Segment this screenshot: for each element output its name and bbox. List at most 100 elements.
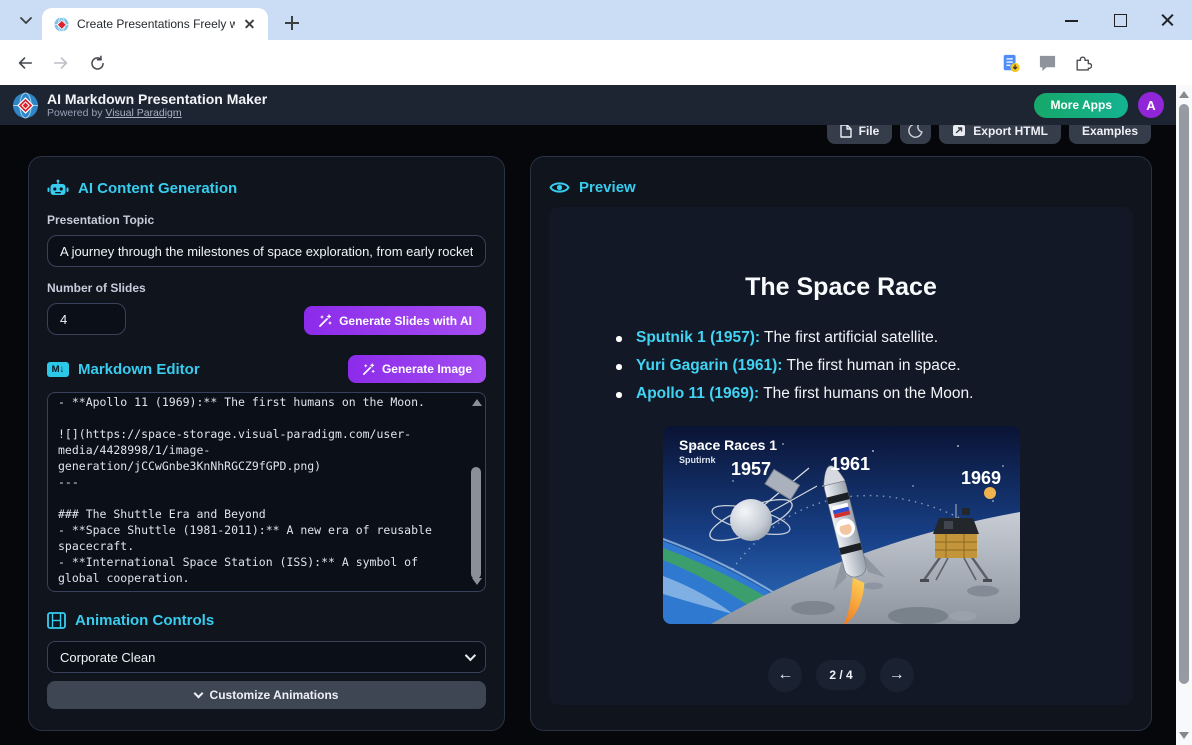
slide-pager: ← 2 / 4 → (549, 658, 1133, 692)
slide-preview: The Space Race Sputnik 1 (1957): The fir… (549, 207, 1133, 705)
browser-navbar: ai-toolbox.visual-paradigm.com/app/markd… (0, 40, 1192, 85)
window-controls (1062, 0, 1178, 40)
customize-animations-label: Customize Animations (210, 688, 339, 702)
markdown-editor-label: Markdown Editor (78, 361, 200, 378)
app-title: AI Markdown Presentation Maker (47, 91, 267, 107)
right-arrow-icon: → (889, 666, 905, 684)
markdown-editor[interactable]: - **Apollo 11 (1969):** The first humans… (47, 392, 486, 592)
topic-input[interactable] (47, 235, 486, 267)
page-indicator: 2 / 4 (816, 660, 865, 690)
site-favicon (54, 17, 69, 32)
slide-bullet: Yuri Gagarin (1961): The first human in … (610, 352, 1072, 380)
powered-by: Powered by Visual Paradigm (47, 107, 267, 120)
left-arrow-icon: ← (777, 666, 793, 684)
animation-preset-select[interactable]: Corporate Clean (47, 641, 486, 673)
tab-search-button[interactable] (10, 8, 42, 34)
generate-slides-label: Generate Slides with AI (339, 314, 472, 328)
bullet-text: The first artificial satellite. (760, 329, 938, 346)
slide-bullet: Sputnik 1 (1957): The first artificial s… (610, 324, 1072, 352)
preview-heading-label: Preview (579, 179, 636, 196)
powered-by-prefix: Powered by (47, 107, 105, 119)
forward-button[interactable] (46, 48, 76, 78)
reload-button[interactable] (82, 48, 112, 78)
close-button[interactable] (1158, 10, 1178, 30)
animation-controls-label: Animation Controls (75, 612, 214, 629)
slide-image: 1957 1961 1969 Space Races 1 Sputirnk (663, 426, 1020, 624)
feedback-button[interactable] (1032, 48, 1062, 78)
app-header: AI Markdown Presentation Maker Powered b… (0, 85, 1176, 125)
extensions-button[interactable] (1068, 48, 1098, 78)
tab-close-icon[interactable] (241, 16, 258, 33)
new-tab-button[interactable] (280, 11, 304, 35)
image-subtitle: Sputirnk (679, 455, 716, 465)
slide-title: The Space Race (549, 273, 1133, 302)
next-slide-button[interactable]: → (880, 658, 914, 692)
image-title: Space Races 1 (679, 437, 777, 453)
generate-image-button[interactable]: Generate Image (348, 355, 486, 383)
chevron-down-icon (193, 689, 203, 699)
bullet-lead: Apollo 11 (1969): (636, 385, 759, 402)
bullet-text: The first human in space. (782, 357, 960, 374)
preview-panel: Preview The Space Race Sputnik 1 (1957):… (530, 156, 1152, 731)
browser-titlebar: Create Presentations Freely with (0, 0, 1192, 40)
app-logo (12, 92, 39, 119)
editor-scrollbar[interactable] (469, 395, 483, 589)
preview-heading: Preview (549, 179, 1133, 196)
year-1961: 1961 (829, 454, 869, 474)
scroll-up-icon[interactable] (472, 399, 482, 406)
back-icon (16, 54, 34, 72)
forward-icon (52, 54, 70, 72)
scroll-down-icon[interactable] (1179, 732, 1189, 739)
ai-content-heading-label: AI Content Generation (78, 180, 237, 197)
page-scrollbar-thumb[interactable] (1179, 104, 1189, 684)
user-avatar[interactable]: A (1138, 92, 1164, 118)
file-icon (840, 124, 852, 138)
eye-icon (549, 180, 570, 195)
customize-animations-button[interactable]: Customize Animations (47, 681, 486, 709)
tab-title: Create Presentations Freely with (77, 17, 235, 31)
magic-wand-icon (318, 314, 332, 328)
moon-icon (908, 123, 923, 138)
bullet-lead: Sputnik 1 (1957): (636, 329, 760, 346)
ai-content-heading: AI Content Generation (47, 179, 486, 197)
markdown-icon: M↓ (47, 362, 69, 377)
app-title-block: AI Markdown Presentation Maker Powered b… (47, 91, 267, 120)
scroll-down-icon[interactable] (472, 578, 482, 585)
back-button[interactable] (10, 48, 40, 78)
page-scrollbar[interactable] (1176, 85, 1192, 745)
topic-label: Presentation Topic (47, 213, 486, 227)
doc-download-icon (1001, 53, 1021, 73)
bullet-lead: Yuri Gagarin (1961): (636, 357, 782, 374)
slide-bullet-list: Sputnik 1 (1957): The first artificial s… (610, 324, 1072, 408)
scroll-up-icon[interactable] (1179, 91, 1189, 98)
content-generation-panel: AI Content Generation Presentation Topic… (28, 156, 505, 731)
chat-bubble-icon (1038, 54, 1057, 72)
bullet-text: The first humans on the Moon. (759, 385, 973, 402)
editor-scrollbar-thumb[interactable] (471, 467, 481, 579)
examples-label: Examples (1082, 124, 1138, 138)
slide-bullet: Apollo 11 (1969): The first humans on th… (610, 380, 1072, 408)
puzzle-icon (1074, 54, 1093, 73)
previous-slide-button[interactable]: ← (768, 658, 802, 692)
animation-controls-heading: Animation Controls (47, 612, 486, 629)
year-1969: 1969 (960, 468, 1000, 488)
export-icon (952, 124, 966, 137)
reload-icon (89, 55, 106, 72)
slides-label: Number of Slides (47, 281, 486, 295)
film-icon (47, 612, 66, 629)
chevron-down-icon (20, 17, 32, 25)
generate-slides-button[interactable]: Generate Slides with AI (304, 306, 486, 335)
generate-image-label: Generate Image (382, 362, 472, 376)
markdown-editor-text[interactable]: - **Apollo 11 (1969):** The first humans… (58, 394, 463, 589)
maximize-button[interactable] (1110, 10, 1130, 30)
export-html-label: Export HTML (973, 124, 1048, 138)
markdown-editor-heading: M↓ Markdown Editor (47, 361, 200, 378)
visual-paradigm-link[interactable]: Visual Paradigm (105, 107, 181, 119)
year-1957: 1957 (730, 459, 770, 479)
browser-tab[interactable]: Create Presentations Freely with (42, 8, 268, 40)
slides-count-input[interactable] (47, 303, 126, 335)
file-button-label: File (859, 124, 880, 138)
reading-mode-button[interactable] (996, 48, 1026, 78)
more-apps-button[interactable]: More Apps (1034, 93, 1128, 118)
minimize-button[interactable] (1062, 10, 1082, 30)
